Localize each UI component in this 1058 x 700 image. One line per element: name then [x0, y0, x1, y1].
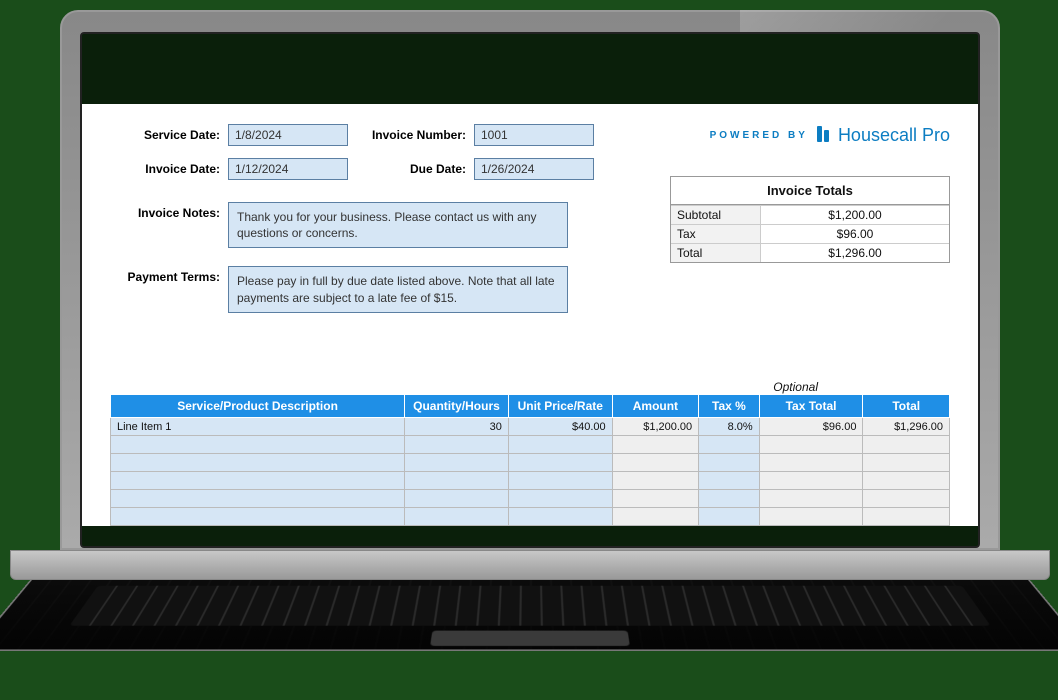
- cell-amount: $1,200.00: [612, 418, 698, 436]
- table-row[interactable]: [111, 508, 950, 526]
- invoice-meta-fields: Service Date: 1/8/2024 Invoice Number: 1…: [110, 124, 594, 180]
- col-description: Service/Product Description: [111, 395, 405, 418]
- total-label: Total: [671, 243, 761, 262]
- col-taxtotal: Tax Total: [759, 395, 863, 418]
- table-row[interactable]: [111, 436, 950, 454]
- total-value: $1,296.00: [761, 243, 949, 262]
- col-total: Total: [863, 395, 950, 418]
- cell-taxtotal: $96.00: [759, 418, 863, 436]
- tax-value: $96.00: [761, 224, 949, 243]
- invoice-totals-box: Invoice Totals Subtotal $1,200.00 Tax $9…: [670, 176, 950, 263]
- powered-by-text: POWERED BY: [710, 130, 808, 141]
- screen: Service Date: 1/8/2024 Invoice Number: 1…: [80, 32, 980, 548]
- payment-terms-input[interactable]: Please pay in full by due date listed ab…: [228, 266, 568, 312]
- table-row[interactable]: Line Item 1 30 $40.00 $1,200.00 8.0% $96…: [111, 418, 950, 436]
- housecall-pro-icon: [816, 124, 830, 147]
- table-header-row: Service/Product Description Quantity/Hou…: [111, 395, 950, 418]
- powered-by-branding: POWERED BY Housecall Pro: [710, 124, 950, 147]
- invoice-notes-label: Invoice Notes:: [110, 202, 220, 220]
- laptop-hinge: [10, 550, 1050, 580]
- invoice-number-input[interactable]: 1001: [474, 124, 594, 146]
- cell-desc[interactable]: Line Item 1: [111, 418, 405, 436]
- subtotal-label: Subtotal: [671, 205, 761, 224]
- col-quantity: Quantity/Hours: [405, 395, 509, 418]
- col-taxpct: Tax %: [699, 395, 760, 418]
- cell-rate[interactable]: $40.00: [508, 418, 612, 436]
- laptop-keyboard: [0, 580, 1058, 651]
- brand-name: Housecall Pro: [838, 125, 950, 146]
- table-row[interactable]: [111, 472, 950, 490]
- invoice-date-input[interactable]: 1/12/2024: [228, 158, 348, 180]
- invoice-number-label: Invoice Number:: [356, 128, 466, 142]
- line-items-table: Service/Product Description Quantity/Hou…: [110, 394, 950, 526]
- col-rate: Unit Price/Rate: [508, 395, 612, 418]
- cell-qty[interactable]: 30: [405, 418, 509, 436]
- cell-taxpct[interactable]: 8.0%: [699, 418, 760, 436]
- invoice-date-label: Invoice Date:: [110, 162, 220, 176]
- cell-total: $1,296.00: [863, 418, 950, 436]
- due-date-input[interactable]: 1/26/2024: [474, 158, 594, 180]
- invoice-notes-input[interactable]: Thank you for your business. Please cont…: [228, 202, 568, 248]
- table-row[interactable]: [111, 454, 950, 472]
- tax-label: Tax: [671, 224, 761, 243]
- invoice-document: Service Date: 1/8/2024 Invoice Number: 1…: [82, 104, 978, 526]
- col-amount: Amount: [612, 395, 698, 418]
- optional-label: Optional: [773, 380, 818, 394]
- payment-terms-label: Payment Terms:: [110, 266, 220, 284]
- totals-header: Invoice Totals: [671, 177, 949, 205]
- service-date-label: Service Date:: [110, 128, 220, 142]
- service-date-input[interactable]: 1/8/2024: [228, 124, 348, 146]
- screen-bezel: Service Date: 1/8/2024 Invoice Number: 1…: [60, 10, 1000, 550]
- due-date-label: Due Date:: [356, 162, 466, 176]
- laptop-frame: Service Date: 1/8/2024 Invoice Number: 1…: [60, 10, 1000, 690]
- subtotal-value: $1,200.00: [761, 205, 949, 224]
- table-row[interactable]: [111, 490, 950, 508]
